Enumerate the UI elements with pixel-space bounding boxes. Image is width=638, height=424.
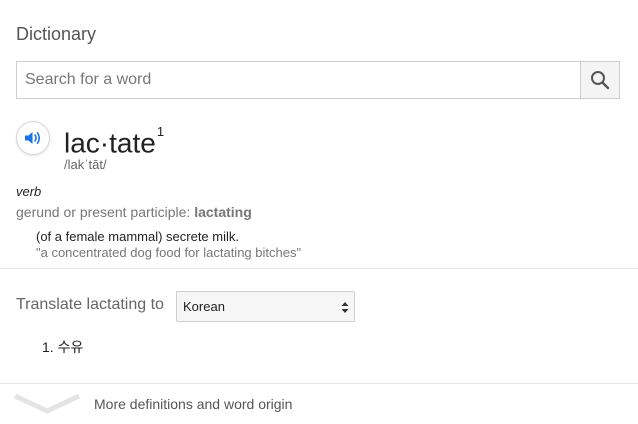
example-sentence: "a concentrated dog food for lactating b…: [36, 245, 302, 260]
more-definitions-link[interactable]: More definitions and word origin: [0, 384, 638, 424]
language-select-value: Korean: [183, 299, 225, 314]
more-definitions-text: More definitions and word origin: [94, 396, 293, 412]
word-forms-label: gerund or present participle:: [16, 204, 191, 220]
translation-result: 1. 수유: [42, 339, 84, 355]
word-forms: gerund or present participle: lactating: [16, 204, 252, 220]
dictionary-card: Dictionary lac·tate1 /lakˈtāt/ verb geru…: [0, 0, 638, 424]
select-arrows-icon: [341, 302, 349, 313]
word-forms-value: lactating: [194, 204, 252, 220]
chevron-down-icon: [14, 394, 80, 414]
dictionary-heading: Dictionary: [16, 24, 97, 44]
headword: lac·tate1: [64, 121, 164, 160]
section-divider: [0, 268, 638, 269]
language-select[interactable]: Korean: [176, 291, 355, 322]
part-of-speech: verb: [16, 184, 42, 199]
phonetic-spelling: /lakˈtāt/: [64, 157, 107, 172]
headword-text: lac·tate: [64, 127, 156, 159]
search-input[interactable]: [17, 62, 580, 98]
pronunciation-button[interactable]: [16, 121, 50, 155]
search-button[interactable]: [580, 62, 619, 98]
speaker-icon: [25, 132, 41, 144]
homograph-number: 1: [156, 124, 165, 139]
search-icon: [591, 71, 610, 90]
search-bar: [16, 61, 620, 99]
translate-label: Translate lactating to: [16, 296, 164, 313]
definition-text: (of a female mammal) secrete milk.: [36, 229, 239, 244]
